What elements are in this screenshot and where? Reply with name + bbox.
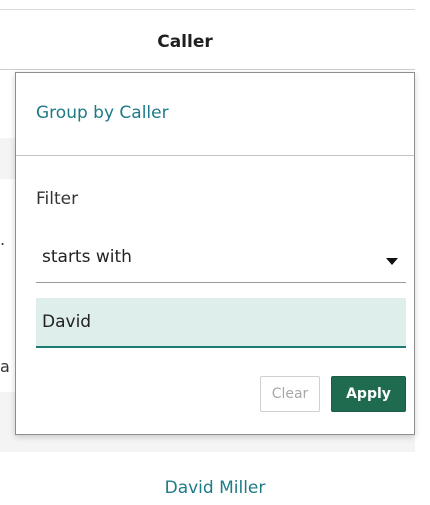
column-header-rule xyxy=(0,69,415,70)
table-top-rule xyxy=(0,9,415,10)
cell-text-fragment: . xyxy=(0,230,6,249)
apply-button[interactable]: Apply xyxy=(331,376,406,412)
filter-condition-value: starts with xyxy=(42,247,132,267)
group-by-popover: Group by Caller Filter starts with Clear… xyxy=(15,72,415,435)
filter-condition-select[interactable]: starts with xyxy=(36,237,406,283)
filter-label: Filter xyxy=(36,189,79,209)
column-header-caller[interactable]: Caller xyxy=(0,16,370,68)
clear-button[interactable]: Clear xyxy=(260,376,320,412)
caret-down-icon[interactable] xyxy=(386,258,398,265)
caller-link[interactable]: David Miller xyxy=(0,478,430,498)
popover-divider xyxy=(16,155,414,156)
cell-text-fragment: a xyxy=(0,357,10,376)
filter-value-input[interactable] xyxy=(36,298,406,348)
group-by-caller-option[interactable]: Group by Caller xyxy=(36,103,169,123)
